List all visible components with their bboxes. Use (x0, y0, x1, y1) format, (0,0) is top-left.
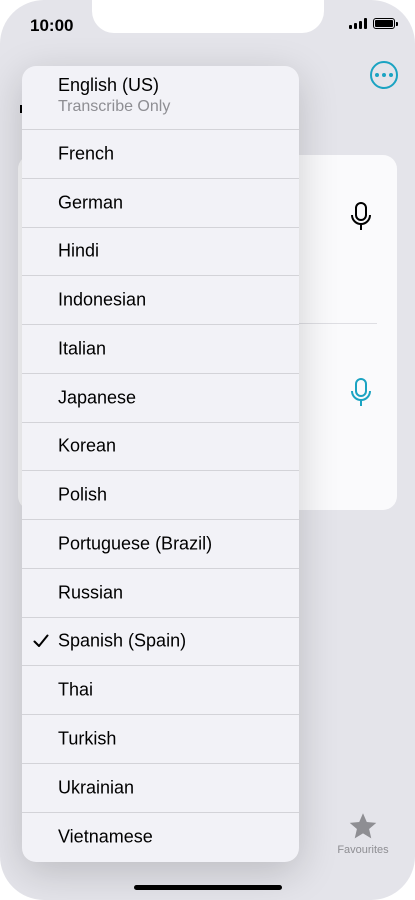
home-indicator[interactable] (134, 885, 282, 890)
menu-item-label: Ukrainian (58, 777, 135, 798)
menu-item-polish[interactable]: Polish (22, 471, 299, 520)
star-icon (349, 813, 377, 839)
device-notch (92, 0, 324, 33)
menu-item-label: Vietnamese (58, 826, 153, 847)
menu-item-label: English (US) (58, 75, 160, 95)
battery-icon (373, 18, 398, 29)
menu-item-label: Korean (58, 435, 117, 456)
menu-item-label: Spanish (Spain) (58, 630, 187, 651)
menu-item-thai[interactable]: Thai (22, 666, 299, 715)
menu-item-label: French (58, 143, 115, 164)
checkmark-icon (33, 634, 49, 648)
menu-item-korean[interactable]: Korean (22, 423, 299, 472)
microphone-icon[interactable] (350, 202, 372, 232)
menu-item-indonesian[interactable]: Indonesian (22, 276, 299, 325)
more-options-icon[interactable] (370, 61, 398, 89)
menu-item-turkish[interactable]: Turkish (22, 715, 299, 764)
menu-item-japanese[interactable]: Japanese (22, 374, 299, 423)
menu-item-label: German (58, 192, 124, 213)
menu-item-label: Thai (58, 679, 94, 700)
tab-favourites-label: Favourites (337, 844, 389, 856)
menu-item-label: Italian (58, 338, 107, 359)
language-menu: English (US) Transcribe Only French Germ… (22, 66, 299, 862)
menu-item-spanish-spain[interactable]: Spanish (Spain) (22, 618, 299, 667)
microphone-icon-target[interactable] (350, 378, 372, 408)
menu-item-italian[interactable]: Italian (22, 325, 299, 374)
menu-item-subtitle: Transcribe Only (58, 98, 171, 115)
menu-item-german[interactable]: German (22, 179, 299, 228)
menu-item-label: Hindi (58, 240, 100, 261)
status-indicators (349, 18, 398, 29)
menu-item-vietnamese[interactable]: Vietnamese (22, 813, 299, 862)
menu-item-label: Turkish (58, 728, 117, 749)
tab-favourites[interactable]: Favourites (328, 812, 398, 856)
menu-item-label: Indonesian (58, 289, 147, 310)
menu-item-label: Polish (58, 484, 108, 505)
menu-item-english-us[interactable]: English (US) Transcribe Only (22, 66, 299, 130)
menu-item-portuguese-brazil[interactable]: Portuguese (Brazil) (22, 520, 299, 569)
menu-item-label: Japanese (58, 387, 137, 408)
menu-item-label: Russian (58, 582, 124, 603)
menu-item-ukrainian[interactable]: Ukrainian (22, 764, 299, 813)
signal-icon (349, 18, 367, 29)
status-time: 10:00 (30, 16, 74, 35)
menu-item-hindi[interactable]: Hindi (22, 228, 299, 277)
phone-screen: 10:00 Favourites English (US) Transcribe… (0, 0, 415, 900)
menu-item-label: Portuguese (Brazil) (58, 533, 213, 554)
menu-item-french[interactable]: French (22, 130, 299, 179)
menu-item-russian[interactable]: Russian (22, 569, 299, 618)
